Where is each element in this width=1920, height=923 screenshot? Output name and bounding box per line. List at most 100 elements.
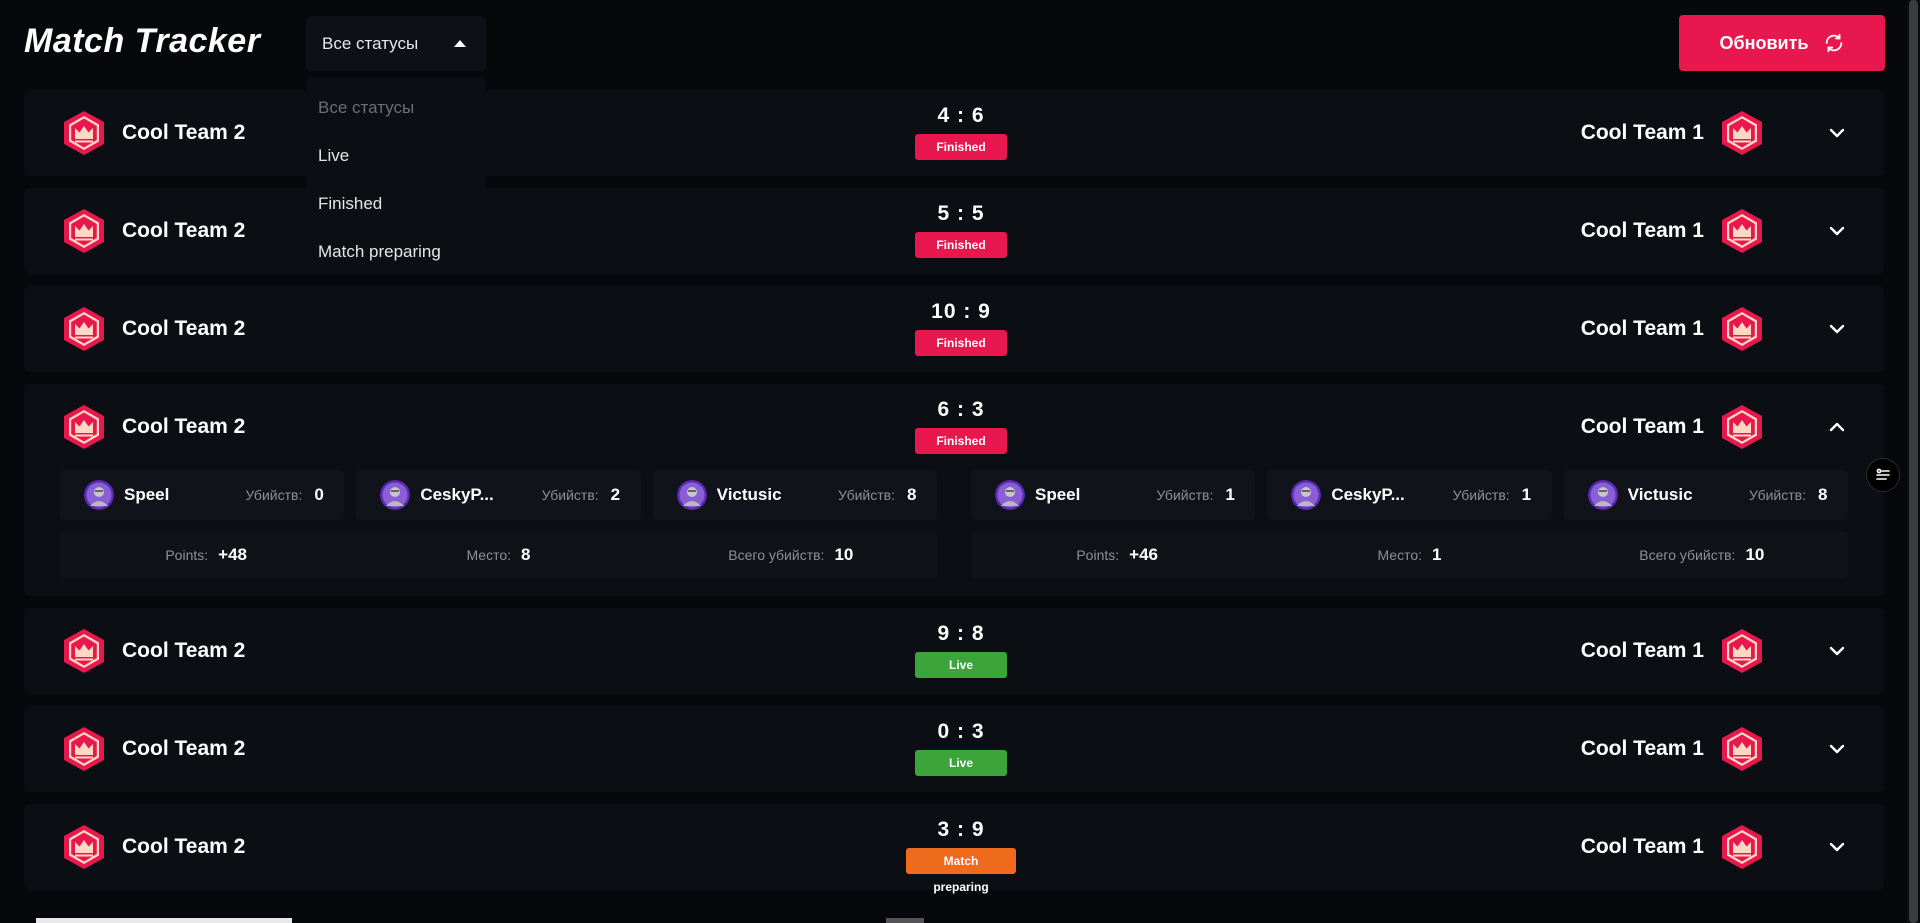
match-header[interactable]: Cool Team 2 4 : 6 Finished Cool Team 1 [24, 90, 1884, 176]
away-team: Cool Team 1 [1581, 110, 1764, 156]
status-badge: Live [915, 750, 1007, 776]
match-score: 0 : 3 [937, 720, 985, 743]
player-card: Victusic Убийств: 8 [652, 470, 937, 520]
team-logo-icon [1722, 727, 1762, 771]
match-card: Cool Team 2 10 : 9 Finished Cool Team 1 [24, 286, 1884, 372]
status-option-all[interactable]: Все статусы [306, 84, 486, 132]
home-team: Cool Team 2 [62, 110, 245, 156]
match-card: Cool Team 2 5 : 5 Finished Cool Team 1 [24, 188, 1884, 274]
kills-value: 1 [1225, 485, 1235, 504]
player-list: Speel Убийств: 0 CeskyP... Убийств: 2 Victus… [60, 470, 937, 520]
match-score: 9 : 8 [937, 622, 985, 645]
home-team: Cool Team 2 [62, 726, 245, 772]
status-badge: Match preparing [906, 848, 1016, 894]
status-badge: Finished [915, 428, 1007, 454]
scrollbar-thumb[interactable] [1909, 0, 1918, 923]
player-card: CeskyP... Убийств: 1 [1267, 470, 1552, 520]
match-list: Cool Team 2 4 : 6 Finished Cool Team 1 Cool… [24, 90, 1884, 902]
filter-list-button[interactable] [1866, 458, 1900, 492]
caret-up-icon [454, 40, 466, 47]
match-card: Cool Team 2 6 : 3 Finished Cool Team 1 Spee… [24, 384, 1884, 596]
home-team: Cool Team 2 [62, 824, 245, 870]
away-team: Cool Team 1 [1581, 208, 1764, 254]
stat-value: 10 [834, 545, 854, 564]
match-header[interactable]: Cool Team 2 6 : 3 Finished Cool Team 1 [24, 384, 1884, 470]
kills-label: Убийств: [1749, 487, 1806, 503]
status-option-finished[interactable]: Finished [306, 180, 486, 228]
chevron-down-icon[interactable] [1828, 222, 1846, 240]
home-team-name: Cool Team 2 [122, 219, 246, 242]
chevron-down-icon[interactable] [1828, 838, 1846, 856]
player-card: Speel Убийств: 0 [60, 470, 345, 520]
match-card: Cool Team 2 0 : 3 Live Cool Team 1 [24, 706, 1884, 792]
home-team-name: Cool Team 2 [122, 737, 246, 760]
status-filter-value: Все статусы [322, 33, 419, 53]
kills-value: 8 [1817, 485, 1828, 504]
team-logo-icon [1722, 629, 1762, 673]
player-avatar [380, 480, 411, 510]
stat-value: +48 [218, 545, 247, 564]
chevron-down-icon[interactable] [1828, 320, 1846, 338]
player-avatar [1291, 480, 1322, 510]
match-center: 4 : 6 Finished [906, 104, 1016, 160]
away-team-name: Cool Team 1 [1580, 121, 1704, 144]
match-header[interactable]: Cool Team 2 5 : 5 Finished Cool Team 1 [24, 188, 1884, 274]
stat-value: 1 [1432, 545, 1442, 564]
team-stat: Points: +46 [971, 545, 1263, 565]
match-center: 3 : 9 Match preparing [906, 818, 1016, 896]
home-team-name: Cool Team 2 [122, 835, 246, 858]
kills-label: Убийств: [245, 487, 303, 503]
home-team: Cool Team 2 [62, 404, 245, 450]
match-center: 0 : 3 Live [906, 720, 1016, 776]
status-badge: Finished [915, 134, 1007, 160]
team-stat: Место: 1 [1263, 545, 1555, 565]
player-card: Speel Убийств: 1 [971, 470, 1256, 520]
chevron-down-icon[interactable] [1828, 124, 1846, 142]
chevron-up-icon[interactable] [1828, 418, 1846, 436]
player-card: CeskyP... Убийств: 2 [356, 470, 641, 520]
status-option-preparing[interactable]: Match preparing [306, 228, 486, 276]
match-header[interactable]: Cool Team 2 0 : 3 Live Cool Team 1 [24, 706, 1884, 792]
team-stat: Место: 8 [352, 545, 644, 565]
status-option-live[interactable]: Live [306, 132, 486, 180]
stat-label: Points: [165, 547, 209, 563]
team-stat: Points: +48 [60, 545, 352, 565]
home-team: Cool Team 2 [62, 208, 245, 254]
refresh-button[interactable]: Обновить [1679, 15, 1885, 71]
match-header[interactable]: Cool Team 2 3 : 9 Match preparing Cool Team… [24, 804, 1884, 894]
player-name: Victusic [1627, 485, 1693, 504]
away-team-name: Cool Team 1 [1580, 639, 1704, 662]
stat-label: Место: [1377, 547, 1423, 563]
away-team-name: Cool Team 1 [1580, 317, 1704, 340]
status-badge: Live [915, 652, 1007, 678]
team-logo-icon [1722, 111, 1762, 155]
status-badge: Finished [915, 330, 1007, 356]
away-team: Cool Team 1 [1581, 306, 1764, 352]
refresh-icon [1825, 33, 1842, 53]
match-card: Cool Team 2 3 : 9 Match preparing Cool Team… [24, 804, 1884, 894]
chevron-down-icon[interactable] [1828, 740, 1846, 758]
player-card: Victusic Убийств: 8 [1563, 470, 1848, 520]
away-team-name: Cool Team 1 [1580, 737, 1704, 760]
team-logo-icon [64, 825, 104, 869]
horizontal-scrollbar-thumb[interactable] [36, 918, 292, 923]
match-card: Cool Team 2 9 : 8 Live Cool Team 1 [24, 608, 1884, 694]
player-name: CeskyP... [1331, 485, 1405, 504]
app-title: Match Tracker [24, 22, 261, 60]
status-filter-select[interactable]: Все статусы [306, 16, 486, 71]
home-team: Cool Team 2 [62, 306, 245, 352]
match-header[interactable]: Cool Team 2 10 : 9 Finished Cool Team 1 [24, 286, 1884, 372]
match-score: 4 : 6 [937, 104, 985, 127]
chevron-down-icon[interactable] [1828, 642, 1846, 660]
away-team-name: Cool Team 1 [1580, 415, 1704, 438]
match-header[interactable]: Cool Team 2 9 : 8 Live Cool Team 1 [24, 608, 1884, 694]
team-logo-icon [64, 209, 104, 253]
team-logo-icon [1722, 825, 1762, 869]
player-avatar [676, 480, 707, 510]
stat-label: Points: [1076, 547, 1120, 563]
header: Match Tracker Все статусы Обновить [0, 0, 1920, 86]
home-team-name: Cool Team 2 [122, 317, 246, 340]
home-team: Cool Team 2 [62, 628, 245, 674]
kills-label: Убийств: [541, 487, 599, 503]
home-team-name: Cool Team 2 [122, 639, 246, 662]
